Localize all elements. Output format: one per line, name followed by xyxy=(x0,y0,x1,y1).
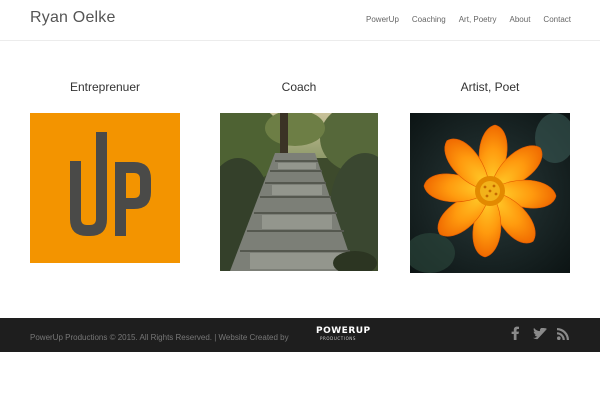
nav-item-art-poetry[interactable]: Art, Poetry xyxy=(459,15,497,24)
nav-item-coaching[interactable]: Coaching xyxy=(412,15,446,24)
stairs-illustration xyxy=(220,113,378,271)
column-title: Coach xyxy=(281,80,317,94)
powerup-productions-logo[interactable]: POWERUP PRODUCTIONS xyxy=(316,326,371,341)
flower-illustration xyxy=(410,113,570,273)
nav-item-about[interactable]: About xyxy=(510,15,531,24)
column-artist-poet: Artist, Poet xyxy=(410,80,570,94)
main-nav: PowerUp Coaching Art, Poetry About Conta… xyxy=(353,15,571,24)
column-title: Artist, Poet xyxy=(460,80,520,94)
column-title: Entreprenuer xyxy=(69,80,141,94)
column-entrepreneur: Entreprenuer xyxy=(30,80,180,94)
site-title[interactable]: Ryan Oelke xyxy=(30,9,116,27)
orange-flower-photo[interactable] xyxy=(410,113,570,273)
stone-stairs-photo[interactable] xyxy=(220,113,378,271)
twitter-icon[interactable] xyxy=(533,327,548,345)
column-coach: Coach xyxy=(220,80,378,94)
up-logo-image[interactable] xyxy=(30,113,180,263)
site-footer: PowerUp Productions © 2015. All Rights R… xyxy=(0,318,600,352)
nav-item-powerup[interactable]: PowerUp xyxy=(366,15,399,24)
footer-copyright: PowerUp Productions © 2015. All Rights R… xyxy=(30,333,289,342)
nav-item-contact[interactable]: Contact xyxy=(543,15,571,24)
rss-icon[interactable] xyxy=(557,327,569,345)
footer-logo-sub: PRODUCTIONS xyxy=(320,336,357,341)
facebook-icon[interactable] xyxy=(510,326,520,345)
up-logo xyxy=(30,113,180,263)
site-header: Ryan Oelke PowerUp Coaching Art, Poetry … xyxy=(0,0,600,41)
footer-logo-main: POWERUP xyxy=(316,326,371,336)
